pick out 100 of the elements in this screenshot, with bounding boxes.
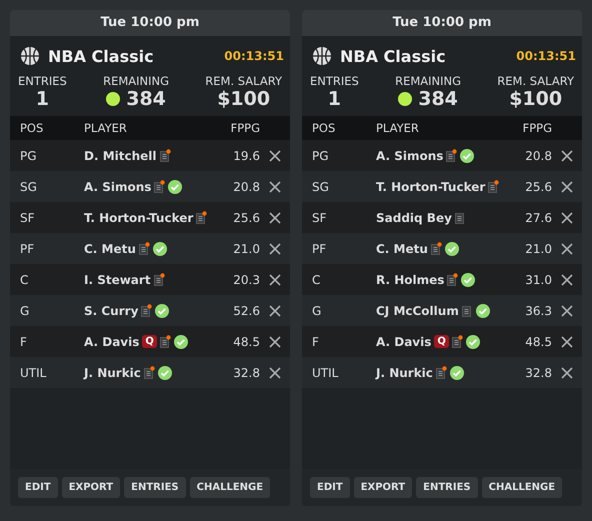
fppg-cell-text: 52.6 bbox=[232, 304, 260, 318]
player-name[interactable]: A. Davis bbox=[84, 334, 140, 348]
remove-button[interactable] bbox=[269, 366, 281, 378]
remove-button[interactable] bbox=[269, 336, 281, 348]
remove-button[interactable] bbox=[561, 212, 573, 224]
remove-button[interactable] bbox=[561, 304, 573, 316]
position-cell-text: SF bbox=[20, 210, 36, 224]
stat-value: 384 bbox=[126, 88, 166, 110]
news-icon[interactable] bbox=[454, 211, 466, 224]
stat-value: 384 bbox=[418, 88, 458, 110]
news-icon[interactable] bbox=[462, 304, 473, 317]
news-alert-icon[interactable] bbox=[154, 180, 166, 193]
action-button[interactable]: ENTRIES bbox=[416, 477, 478, 498]
countdown: 00:13:51 bbox=[516, 49, 576, 63]
player-name[interactable]: T. Horton-Tucker bbox=[84, 210, 194, 224]
column-header: FPPG bbox=[230, 121, 260, 135]
action-button[interactable]: CHALLENGE bbox=[190, 477, 270, 498]
player-name[interactable]: A. Simons bbox=[376, 148, 444, 162]
stat-label: REMAINING bbox=[395, 74, 462, 88]
column-header: POS bbox=[20, 121, 44, 135]
action-button[interactable]: EXPORT bbox=[354, 477, 412, 498]
remove-button[interactable] bbox=[561, 274, 573, 286]
news-alert-icon[interactable] bbox=[430, 242, 442, 255]
fppg-cell-text: 27.6 bbox=[524, 210, 552, 224]
remove-button[interactable] bbox=[269, 180, 281, 192]
position-cell-text: PF bbox=[312, 242, 328, 256]
stat-value: 1 bbox=[36, 88, 50, 110]
remove-button[interactable] bbox=[269, 242, 281, 254]
player-name[interactable]: C. Metu bbox=[376, 242, 428, 256]
fppg-cell-text: 25.6 bbox=[524, 180, 552, 194]
news-alert-icon[interactable] bbox=[144, 366, 155, 379]
fppg-cell-text: 31.0 bbox=[524, 272, 552, 286]
player-name[interactable]: Saddiq Bey bbox=[376, 210, 452, 224]
player-name[interactable]: J. Nurkic bbox=[84, 366, 141, 380]
news-alert-icon[interactable] bbox=[154, 273, 165, 286]
stat-label: REM. SALARY bbox=[205, 74, 282, 88]
fppg-cell-text: 32.8 bbox=[232, 366, 260, 380]
player-name[interactable]: I. Stewart bbox=[84, 272, 151, 286]
remove-button[interactable] bbox=[269, 150, 281, 162]
news-alert-icon[interactable] bbox=[446, 149, 458, 162]
player-name[interactable]: A. Davis bbox=[376, 334, 432, 348]
player-name[interactable]: A. Simons bbox=[84, 180, 152, 194]
news-alert-icon[interactable] bbox=[160, 149, 171, 162]
remove-button[interactable] bbox=[561, 242, 573, 254]
position-cell-text: PF bbox=[20, 242, 36, 256]
news-alert-icon[interactable] bbox=[138, 242, 150, 255]
position-cell-text: C bbox=[20, 272, 30, 286]
stat-value: 1 bbox=[328, 88, 342, 110]
remove-button[interactable] bbox=[561, 366, 573, 378]
injury-tag: Q bbox=[434, 335, 449, 348]
action-button[interactable]: ENTRIES bbox=[124, 477, 186, 498]
position-cell-text: G bbox=[20, 304, 30, 318]
news-alert-icon[interactable] bbox=[196, 211, 208, 224]
remove-button[interactable] bbox=[561, 150, 573, 162]
column-header: PLAYER bbox=[84, 121, 128, 135]
fppg-cell-text: 20.3 bbox=[232, 272, 260, 286]
column-header: PLAYER bbox=[376, 121, 420, 135]
fppg-cell-text: 36.3 bbox=[524, 304, 552, 318]
card-header: Tue 10:00 pm bbox=[302, 10, 582, 36]
fppg-cell-text: 25.6 bbox=[232, 210, 260, 224]
fppg-cell-text: 20.8 bbox=[232, 180, 260, 194]
action-button[interactable]: EDIT bbox=[18, 477, 58, 498]
fppg-cell-text: 32.8 bbox=[524, 366, 552, 380]
column-header: FPPG bbox=[522, 121, 552, 135]
position-cell-text: C bbox=[312, 272, 322, 286]
injury-tag: Q bbox=[142, 335, 157, 348]
news-alert-icon[interactable] bbox=[452, 335, 463, 348]
stat-value: $100 bbox=[509, 88, 562, 110]
countdown: 00:13:51 bbox=[224, 49, 284, 63]
fppg-cell-text: 21.0 bbox=[524, 242, 552, 256]
remove-button[interactable] bbox=[269, 212, 281, 224]
remove-button[interactable] bbox=[561, 180, 573, 192]
stat-label: ENTRIES bbox=[310, 74, 359, 88]
stat-value: $100 bbox=[217, 88, 270, 110]
fppg-cell-text: 48.5 bbox=[232, 334, 260, 348]
news-alert-icon[interactable] bbox=[488, 180, 500, 193]
action-button[interactable]: EDIT bbox=[310, 477, 350, 498]
news-alert-icon[interactable] bbox=[141, 304, 152, 317]
player-name[interactable]: C. Metu bbox=[84, 242, 136, 256]
action-button[interactable]: EXPORT bbox=[62, 477, 120, 498]
player-name[interactable]: T. Horton-Tucker bbox=[376, 180, 486, 194]
position-cell-text: UTIL bbox=[312, 366, 340, 380]
position-cell-text: F bbox=[312, 334, 320, 348]
player-name[interactable]: J. Nurkic bbox=[376, 366, 433, 380]
position-cell-text: UTIL bbox=[20, 366, 48, 380]
news-alert-icon[interactable] bbox=[160, 335, 171, 348]
position-cell-text: F bbox=[20, 334, 28, 348]
player-name[interactable]: S. Curry bbox=[84, 304, 138, 318]
player-name[interactable]: R. Holmes bbox=[376, 272, 444, 286]
remove-button[interactable] bbox=[561, 336, 573, 348]
player-name[interactable]: D. Mitchell bbox=[84, 148, 157, 162]
position-cell-text: SG bbox=[20, 180, 38, 194]
news-alert-icon[interactable] bbox=[436, 366, 447, 379]
remove-button[interactable] bbox=[269, 274, 281, 286]
position-cell-text: PG bbox=[20, 148, 38, 162]
basketball-icon bbox=[312, 46, 332, 66]
player-name[interactable]: CJ McCollum bbox=[376, 304, 459, 318]
news-alert-icon[interactable] bbox=[447, 273, 458, 286]
remove-button[interactable] bbox=[269, 304, 281, 316]
action-button[interactable]: CHALLENGE bbox=[482, 477, 562, 498]
